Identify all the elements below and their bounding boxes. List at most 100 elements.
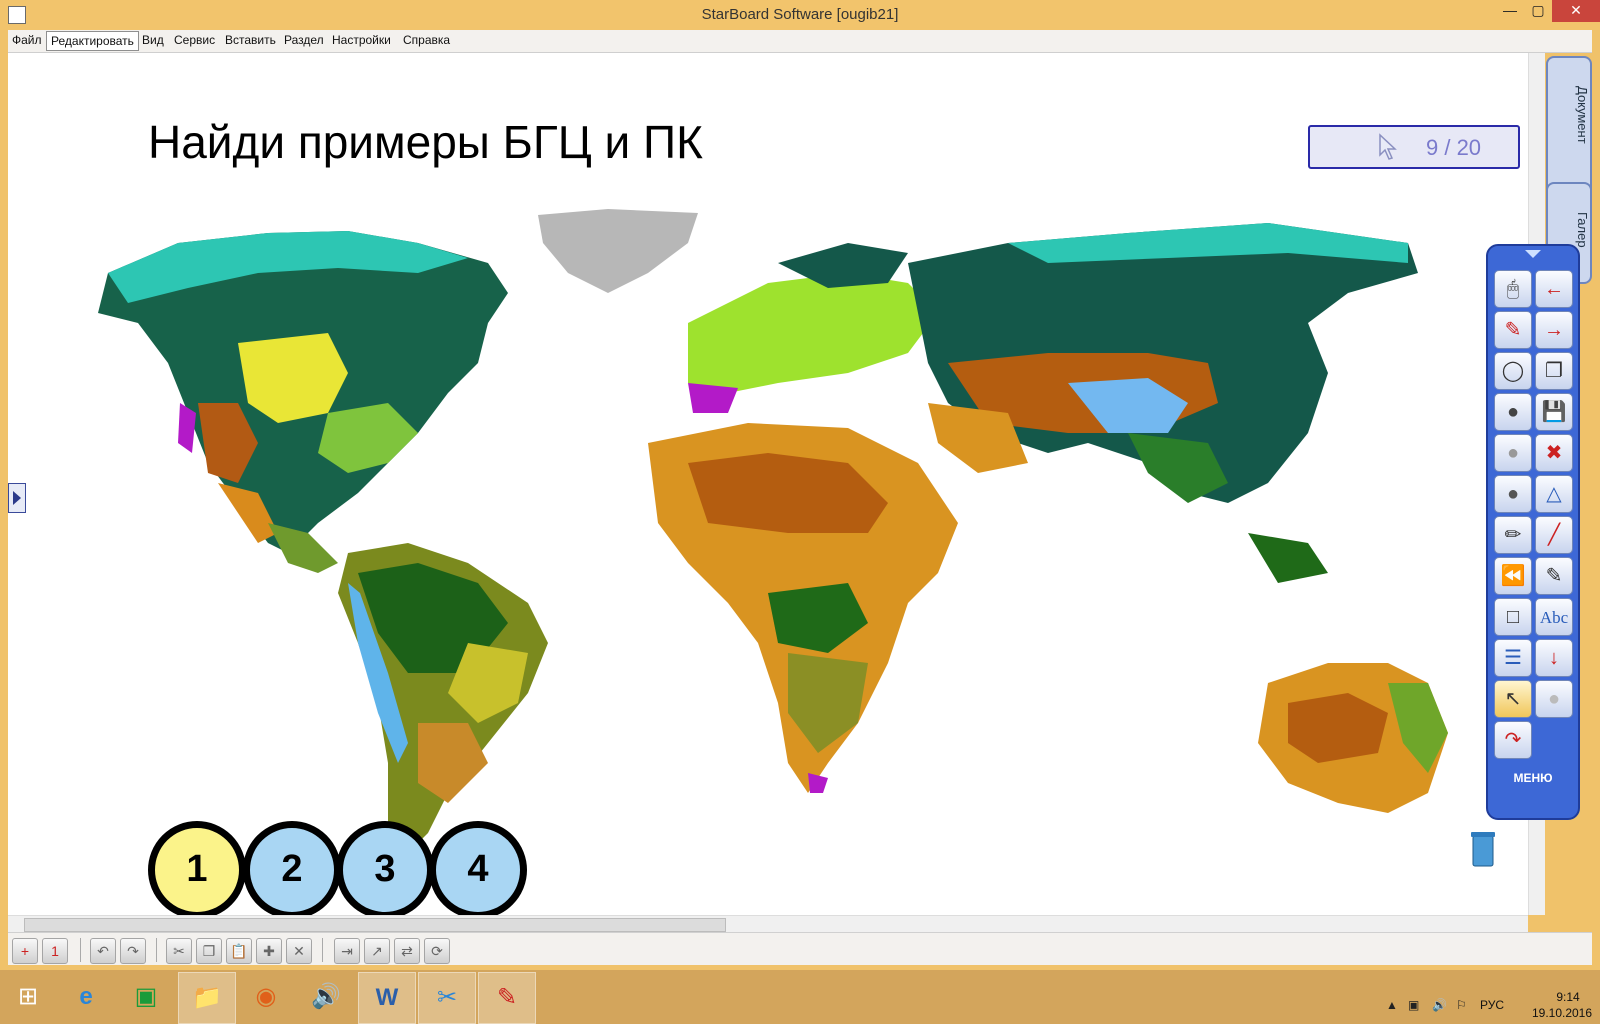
- pointer-button[interactable]: ↖: [1494, 680, 1532, 718]
- answer-circle-4[interactable]: 4: [429, 821, 527, 915]
- toolbox-menu-button[interactable]: МЕНЮ: [1488, 771, 1578, 785]
- hollow-circle-button[interactable]: ◯: [1494, 352, 1532, 390]
- taskbar-firefox[interactable]: ◉: [238, 972, 294, 1022]
- prev-page-button[interactable]: ←: [1535, 270, 1573, 308]
- answer-label-1: 1: [186, 848, 208, 890]
- toolbox-panel: 🖱 ← ✎ → ◯ ❐ ● 💾 ● ✖ ● △ ✏ ╱ ⏪ ✎ □ Abc ☰ …: [1486, 244, 1580, 820]
- menu-service[interactable]: Сервис: [170, 33, 219, 47]
- rewind-button[interactable]: ⏪: [1494, 557, 1532, 595]
- network-icon[interactable]: ▣: [1408, 998, 1419, 1012]
- send-back-icon: ⇥: [341, 943, 353, 959]
- maximize-button[interactable]: ▢: [1524, 0, 1552, 22]
- import-button[interactable]: ↓: [1535, 639, 1573, 677]
- answer-label-2: 2: [281, 848, 303, 890]
- highlighter-button[interactable]: ✏: [1494, 516, 1532, 554]
- world-map-image[interactable]: [88, 203, 1468, 863]
- toolbar-separator: [322, 938, 323, 962]
- action-center-icon[interactable]: ⚐: [1456, 998, 1467, 1012]
- whiteboard-button[interactable]: □: [1494, 598, 1532, 636]
- delete-button[interactable]: ✕: [286, 938, 312, 964]
- delete-page-button[interactable]: ✖: [1535, 434, 1573, 472]
- save-button[interactable]: 💾: [1535, 393, 1573, 431]
- mouse-tool-button[interactable]: 🖱: [1494, 270, 1532, 308]
- start-button[interactable]: ⊞: [0, 972, 56, 1022]
- bottom-toolbar: + 1 ↶ ↷ ✂ ❐ 📋 ✚ ✕ ⇥ ↗ ⇄ ⟳: [8, 932, 1592, 965]
- whiteboard-canvas[interactable]: Найди примеры БГЦ и ПК 9 / 20 1 2 3 4: [8, 53, 1528, 915]
- clock-time[interactable]: 9:14: [1538, 990, 1598, 1004]
- volume-icon[interactable]: 🔊: [1432, 998, 1447, 1012]
- insert-page-icon: 1: [51, 943, 59, 959]
- line-button[interactable]: ╱: [1535, 516, 1573, 554]
- slide-title: Найди примеры БГЦ и ПК: [148, 116, 703, 168]
- minimize-button[interactable]: —: [1496, 0, 1524, 22]
- menu-settings[interactable]: Настройки: [328, 33, 395, 47]
- duplicate-button[interactable]: ✚: [256, 938, 282, 964]
- dark-circle-button[interactable]: ●: [1494, 393, 1532, 431]
- menu-view[interactable]: Вид: [138, 33, 168, 47]
- circle-hollow-icon: ◯: [1501, 360, 1525, 382]
- flip-icon: ⇄: [401, 943, 413, 959]
- pointer-icon: ↖: [1504, 688, 1522, 710]
- show-hidden-icons-icon[interactable]: ▲: [1386, 998, 1398, 1012]
- rotate-icon: ⟳: [431, 943, 443, 959]
- expand-panel-tab[interactable]: [8, 483, 26, 513]
- menu-help[interactable]: Справка: [399, 33, 454, 47]
- next-page-button[interactable]: →: [1535, 311, 1573, 349]
- cut-button[interactable]: ✂: [166, 938, 192, 964]
- pen-tool-button[interactable]: ✎: [1494, 311, 1532, 349]
- paste-button[interactable]: 📋: [226, 938, 252, 964]
- clock-date[interactable]: 19.10.2016: [1524, 1006, 1600, 1020]
- menu-file[interactable]: Файл: [8, 33, 46, 47]
- answer-label-3: 3: [374, 848, 396, 890]
- sound-icon: 🔊: [311, 983, 341, 1010]
- arrow-right-icon: →: [1544, 319, 1564, 341]
- layers-icon: ☰: [1504, 647, 1522, 669]
- dark-circle-2-button[interactable]: ●: [1494, 475, 1532, 513]
- answer-circle-2[interactable]: 2: [243, 821, 341, 915]
- taskbar-store[interactable]: ▣: [118, 972, 174, 1022]
- arrow-left-icon: ←: [1544, 278, 1564, 300]
- eraser-icon: ●: [1547, 688, 1561, 710]
- copy-button[interactable]: ❐: [196, 938, 222, 964]
- grey-circle-button[interactable]: ●: [1494, 434, 1532, 472]
- layers-button[interactable]: ☰: [1494, 639, 1532, 677]
- pages-button[interactable]: ❐: [1535, 352, 1573, 390]
- taskbar-sound[interactable]: 🔊: [298, 972, 354, 1022]
- close-button[interactable]: ✕: [1552, 0, 1600, 22]
- taskbar-starboard[interactable]: ✎: [478, 972, 536, 1024]
- bring-front-button[interactable]: ↗: [364, 938, 390, 964]
- taskbar-ie[interactable]: e: [58, 972, 114, 1022]
- trash-icon[interactable]: [1468, 828, 1498, 868]
- tab-document-label: Документ: [1575, 86, 1590, 144]
- marker-button[interactable]: ✎: [1535, 557, 1573, 595]
- answer-circle-1[interactable]: 1: [148, 821, 246, 915]
- text-button[interactable]: Abc: [1535, 598, 1573, 636]
- eraser-button[interactable]: ●: [1535, 680, 1573, 718]
- horizontal-scrollbar[interactable]: [8, 915, 1528, 932]
- answer-circle-3[interactable]: 3: [336, 821, 434, 915]
- export-button[interactable]: ↷: [1494, 721, 1532, 759]
- language-indicator[interactable]: РУС: [1480, 998, 1504, 1012]
- line-icon: ╱: [1547, 524, 1561, 546]
- menu-edit[interactable]: Редактировать: [46, 31, 139, 51]
- shapes-button[interactable]: △: [1535, 475, 1573, 513]
- undo-button[interactable]: ↶: [90, 938, 116, 964]
- rotate-button[interactable]: ⟳: [424, 938, 450, 964]
- toolbox-collapse-icon[interactable]: [1523, 248, 1543, 260]
- menu-insert[interactable]: Вставить: [221, 33, 280, 47]
- taskbar: ⊞ e ▣ 📁 ◉ 🔊 W ✂ ✎: [0, 970, 1600, 1024]
- menu-section[interactable]: Раздел: [280, 33, 328, 47]
- send-back-button[interactable]: ⇥: [334, 938, 360, 964]
- page-counter[interactable]: 9 / 20: [1308, 125, 1520, 169]
- internet-explorer-icon: e: [79, 983, 93, 1010]
- snipping-icon: ✂: [436, 984, 458, 1011]
- flip-button[interactable]: ⇄: [394, 938, 420, 964]
- taskbar-snipping[interactable]: ✂: [418, 972, 476, 1024]
- import-icon: ↓: [1549, 647, 1559, 669]
- horizontal-scroll-thumb[interactable]: [24, 918, 726, 932]
- taskbar-word[interactable]: W: [358, 972, 416, 1024]
- redo-button[interactable]: ↷: [120, 938, 146, 964]
- add-page-button[interactable]: +: [12, 938, 38, 964]
- taskbar-explorer[interactable]: 📁: [178, 972, 236, 1024]
- insert-page-button[interactable]: 1: [42, 938, 68, 964]
